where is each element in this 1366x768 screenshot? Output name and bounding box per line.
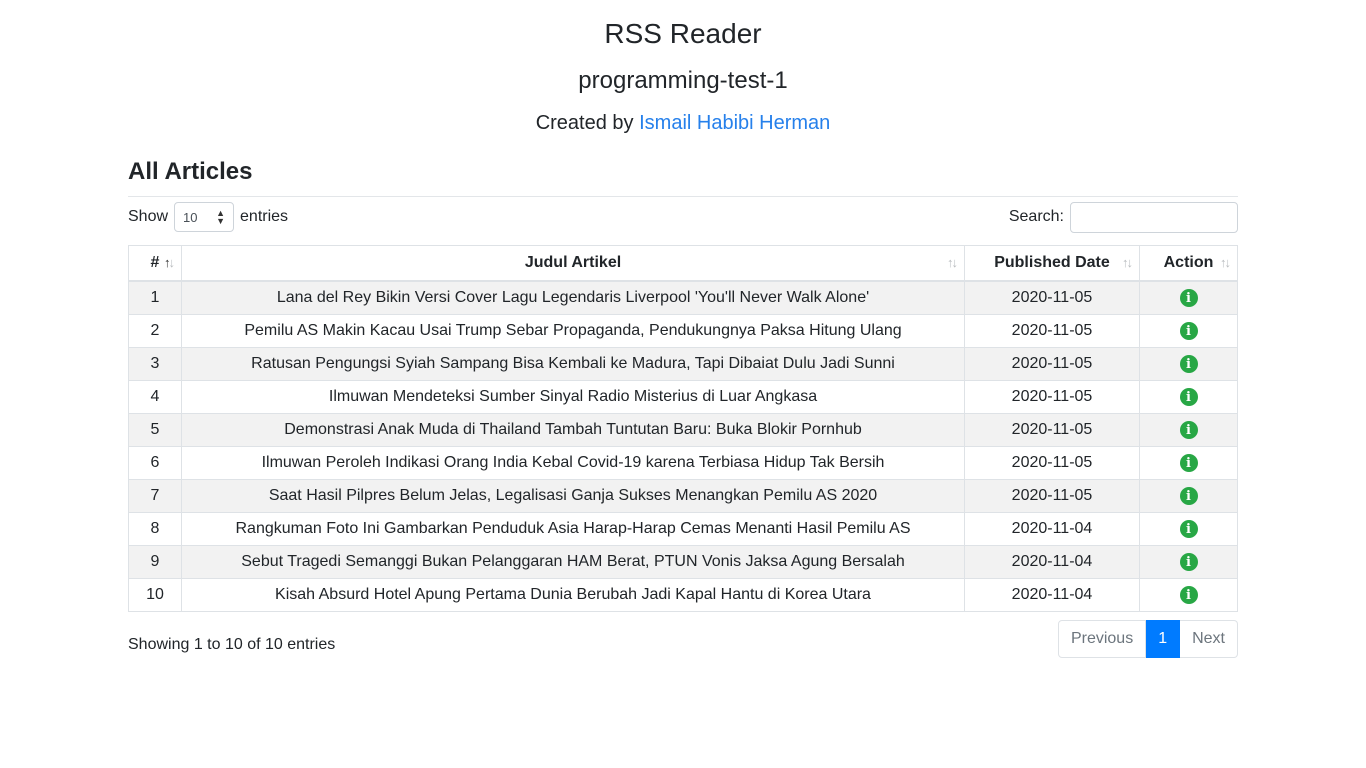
entries-select[interactable]: 10 ▲ ▼ [174, 202, 235, 232]
info-icon[interactable]: i [1179, 586, 1198, 605]
table-header-row: # ↑↓ Judul Artikel ↑↓ Published Date ↑↓ … [128, 245, 1238, 282]
sort-icon: ↑↓ [1122, 255, 1133, 270]
table-row: 5 Demonstrasi Anak Muda di Thailand Tamb… [128, 413, 1238, 447]
info-icon[interactable]: i [1179, 421, 1198, 440]
table-row: 7 Saat Hasil Pilpres Belum Jelas, Legali… [128, 479, 1238, 513]
pagination: Previous 1 Next [1057, 620, 1238, 658]
search-label: Search: [1008, 208, 1064, 225]
table-row: 9 Sebut Tragedi Semanggi Bukan Pelanggar… [128, 545, 1238, 579]
credit-line: Created by Ismail Habibi Herman [0, 109, 1366, 137]
table-row: 4 Ilmuwan Mendeteksi Sumber Sinyal Radio… [128, 380, 1238, 414]
article-title: Ratusan Pengungsi Syiah Sampang Bisa Kem… [181, 347, 965, 381]
published-date: 2020-11-05 [964, 479, 1140, 513]
column-header-title[interactable]: Judul Artikel ↑↓ [181, 245, 965, 282]
info-icon[interactable]: i [1179, 520, 1198, 539]
table-footer: Showing 1 to 10 of 10 entries Previous 1… [128, 620, 1238, 670]
section-title: All Articles [128, 158, 253, 185]
row-number: 5 [128, 413, 182, 447]
row-number: 8 [128, 512, 182, 546]
articles-table: # ↑↓ Judul Artikel ↑↓ Published Date ↑↓ … [128, 245, 1238, 612]
published-date: 2020-11-05 [964, 413, 1140, 447]
table-row: 8 Rangkuman Foto Ini Gambarkan Penduduk … [128, 512, 1238, 546]
article-title: Kisah Absurd Hotel Apung Pertama Dunia B… [181, 578, 965, 612]
article-title: Sebut Tragedi Semanggi Bukan Pelanggaran… [181, 545, 965, 579]
row-number: 10 [128, 578, 182, 612]
info-icon[interactable]: i [1179, 289, 1198, 308]
info-icon[interactable]: i [1179, 322, 1198, 341]
row-number: 3 [128, 347, 182, 381]
row-number: 9 [128, 545, 182, 579]
article-title: Ilmuwan Peroleh Indikasi Orang India Keb… [181, 446, 965, 480]
show-label: Show [128, 208, 169, 225]
published-date: 2020-11-05 [964, 280, 1140, 315]
published-date: 2020-11-05 [964, 314, 1140, 348]
published-date: 2020-11-05 [964, 446, 1140, 480]
previous-button[interactable]: Previous [1057, 620, 1147, 658]
table-row: 1 Lana del Rey Bikin Versi Cover Lagu Le… [128, 280, 1238, 315]
table-row: 3 Ratusan Pengungsi Syiah Sampang Bisa K… [128, 347, 1238, 381]
column-header-date[interactable]: Published Date ↑↓ [964, 245, 1140, 282]
search-control: Search: [1009, 201, 1238, 233]
row-number: 6 [128, 446, 182, 480]
table-row: 10 Kisah Absurd Hotel Apung Pertama Duni… [128, 578, 1238, 612]
table-row: 2 Pemilu AS Makin Kacau Usai Trump Sebar… [128, 314, 1238, 348]
entries-length-control: Show 10 ▲ ▼ entries [128, 201, 288, 233]
row-number: 1 [128, 280, 182, 315]
entries-label: entries [240, 208, 289, 225]
published-date: 2020-11-05 [964, 347, 1140, 381]
table-body: 1 Lana del Rey Bikin Versi Cover Lagu Le… [128, 280, 1238, 612]
article-title: Pemilu AS Makin Kacau Usai Trump Sebar P… [181, 314, 965, 348]
next-button[interactable]: Next [1180, 620, 1238, 658]
sort-icon: ↑↓ [164, 255, 175, 270]
info-icon[interactable]: i [1179, 553, 1198, 572]
row-number: 4 [128, 380, 182, 414]
sort-icon: ↑↓ [1220, 255, 1231, 270]
section-divider [128, 196, 1238, 197]
row-number: 7 [128, 479, 182, 513]
info-icon[interactable]: i [1179, 454, 1198, 473]
published-date: 2020-11-04 [964, 545, 1140, 579]
article-title: Ilmuwan Mendeteksi Sumber Sinyal Radio M… [181, 380, 965, 414]
table-row: 6 Ilmuwan Peroleh Indikasi Orang India K… [128, 446, 1238, 480]
article-title: Lana del Rey Bikin Versi Cover Lagu Lege… [181, 280, 965, 315]
sort-icon: ↑↓ [947, 255, 958, 270]
app-title: RSS Reader [604, 18, 762, 49]
column-header-number[interactable]: # ↑↓ [128, 245, 182, 282]
search-input[interactable] [1070, 201, 1238, 233]
article-title: Demonstrasi Anak Muda di Thailand Tambah… [181, 413, 965, 447]
published-date: 2020-11-04 [964, 512, 1140, 546]
article-title: Saat Hasil Pilpres Belum Jelas, Legalisa… [181, 479, 965, 513]
updown-arrows-icon: ▲ ▼ [216, 208, 226, 226]
published-date: 2020-11-05 [964, 380, 1140, 414]
app-subtitle: programming-test-1 [578, 67, 788, 94]
column-header-action[interactable]: Action ↑↓ [1139, 245, 1238, 282]
row-number: 2 [128, 314, 182, 348]
info-icon[interactable]: i [1179, 388, 1198, 407]
articles-section: All Articles Show 10 ▲ ▼ entries Search: … [128, 152, 1238, 670]
author-link[interactable]: Ismail Habibi Herman [639, 112, 830, 134]
entries-select-value: 10 [183, 209, 198, 225]
credit-prefix: Created by [535, 112, 634, 134]
page-1-button[interactable]: 1 [1146, 620, 1181, 658]
entries-info: Showing 1 to 10 of 10 entries [128, 636, 336, 653]
article-title: Rangkuman Foto Ini Gambarkan Penduduk As… [181, 512, 965, 546]
published-date: 2020-11-04 [964, 578, 1140, 612]
table-controls: Show 10 ▲ ▼ entries Search: [128, 201, 1238, 245]
info-icon[interactable]: i [1179, 355, 1198, 374]
info-icon[interactable]: i [1179, 487, 1198, 506]
